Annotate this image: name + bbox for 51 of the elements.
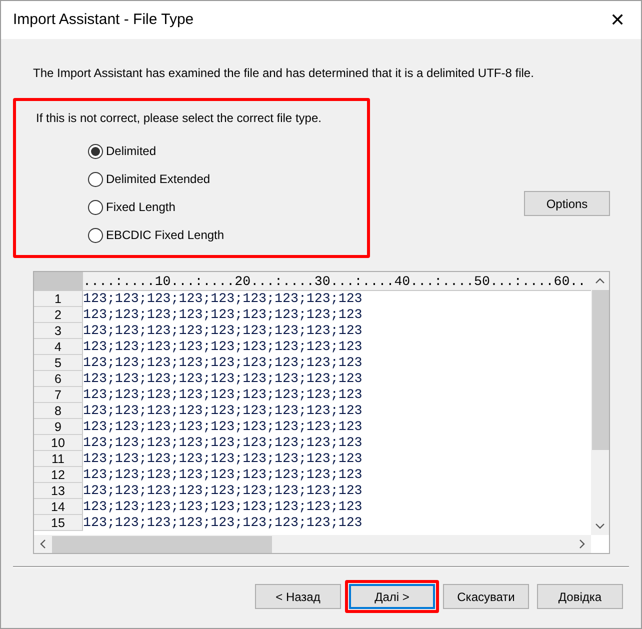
radio-option[interactable]: EBCDIC Fixed Length [88, 227, 367, 243]
horizontal-scrollbar[interactable] [34, 535, 591, 553]
row-number: 12 [34, 467, 83, 483]
row-number: 10 [34, 435, 83, 451]
row-text: 123;123;123;123;123;123;123;123;123 [83, 419, 362, 435]
row-number: 11 [34, 451, 83, 467]
row-number: 15 [34, 515, 83, 531]
window-title: Import Assistant - File Type [13, 10, 194, 30]
radio-button[interactable] [88, 228, 103, 242]
radio-button[interactable] [88, 172, 103, 186]
row-text: 123;123;123;123;123;123;123;123;123 [83, 515, 362, 531]
row-text: 123;123;123;123;123;123;123;123;123 [83, 355, 362, 371]
row-number: 14 [34, 499, 83, 515]
row-number: 13 [34, 483, 83, 499]
close-button[interactable]: ✕ [606, 11, 629, 29]
radio-option[interactable]: Delimited [88, 143, 367, 159]
row-text: 123;123;123;123;123;123;123;123;123 [83, 499, 362, 515]
row-text: 123;123;123;123;123;123;123;123;123 [83, 483, 362, 499]
row-text: 123;123;123;123;123;123;123;123;123 [83, 435, 362, 451]
row-number: 7 [34, 387, 83, 403]
radio-option[interactable]: Delimited Extended [88, 171, 367, 187]
row-text: 123;123;123;123;123;123;123;123;123 [83, 403, 362, 419]
row-text: 123;123;123;123;123;123;123;123;123 [83, 371, 362, 387]
row-number: 8 [34, 403, 83, 419]
row-number: 3 [34, 323, 83, 339]
row-number: 9 [34, 419, 83, 435]
row-text: 123;123;123;123;123;123;123;123;123 [83, 467, 362, 483]
dialog-button[interactable]: < Назад [255, 584, 341, 609]
row-text: 123;123;123;123;123;123;123;123;123 [83, 307, 362, 323]
row-number: 4 [34, 339, 83, 355]
dialog-button[interactable]: Довідка [537, 584, 623, 609]
options-button[interactable]: Options [524, 191, 610, 216]
row-text: 123;123;123;123;123;123;123;123;123 [83, 323, 362, 339]
row-number: 1 [34, 291, 83, 307]
column-ruler: ....:....10...:....20...:....30...:....40...:....50...:....60.. [83, 272, 591, 291]
radio-button[interactable] [88, 200, 103, 214]
radio-option[interactable]: Fixed Length [88, 199, 367, 215]
row-text: 123;123;123;123;123;123;123;123;123 [83, 339, 362, 355]
corner-cell [34, 272, 83, 291]
row-text: 123;123;123;123;123;123;123;123;123 [83, 451, 362, 467]
row-number: 2 [34, 307, 83, 323]
prompt-text: If this is not correct, please select the correct file type. [36, 110, 322, 127]
vertical-scrollbar[interactable] [591, 272, 609, 535]
row-number: 6 [34, 371, 83, 387]
intro-text: The Import Assistant has examined the file and has determined that it is a delimited UTF-8 file. [33, 65, 535, 82]
dialog-button[interactable]: Скасувати [443, 584, 529, 609]
dialog-button[interactable]: Далі > [349, 584, 435, 609]
row-number: 5 [34, 355, 83, 371]
row-text: 123;123;123;123;123;123;123;123;123 [83, 387, 362, 403]
radio-button[interactable] [88, 144, 103, 158]
row-text: 123;123;123;123;123;123;123;123;123 [83, 291, 362, 307]
